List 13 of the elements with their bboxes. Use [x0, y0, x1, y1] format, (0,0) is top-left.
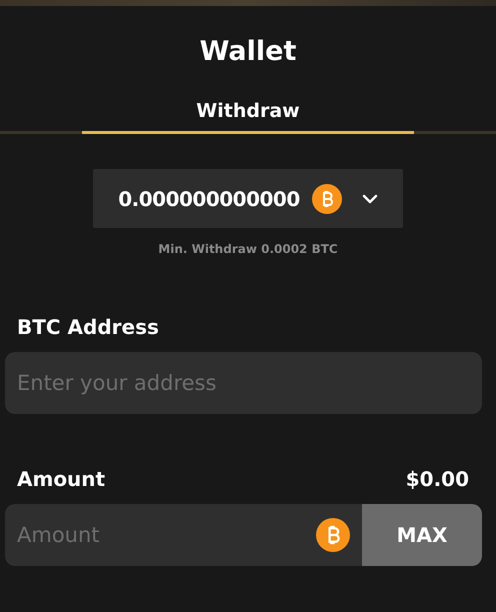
min-withdraw-note: Min. Withdraw 0.0002 BTC — [158, 242, 338, 256]
address-field[interactable]: Enter your address — [5, 352, 482, 414]
currency-dropdown[interactable]: 0.000000000000 — [93, 169, 403, 228]
max-button[interactable]: MAX — [362, 504, 482, 566]
usd-value: $0.00 — [406, 466, 469, 492]
amount-field[interactable]: Amount MAX — [5, 504, 482, 566]
coin-icon — [316, 518, 350, 552]
field-label: Amount — [17, 466, 106, 492]
chevron-down-icon — [362, 194, 378, 204]
field-label: BTC Address — [17, 314, 160, 340]
wallet-title: Wallet — [198, 35, 298, 69]
coin-icon — [312, 184, 342, 214]
withdraw-tab[interactable]: Withdraw — [82, 92, 414, 134]
